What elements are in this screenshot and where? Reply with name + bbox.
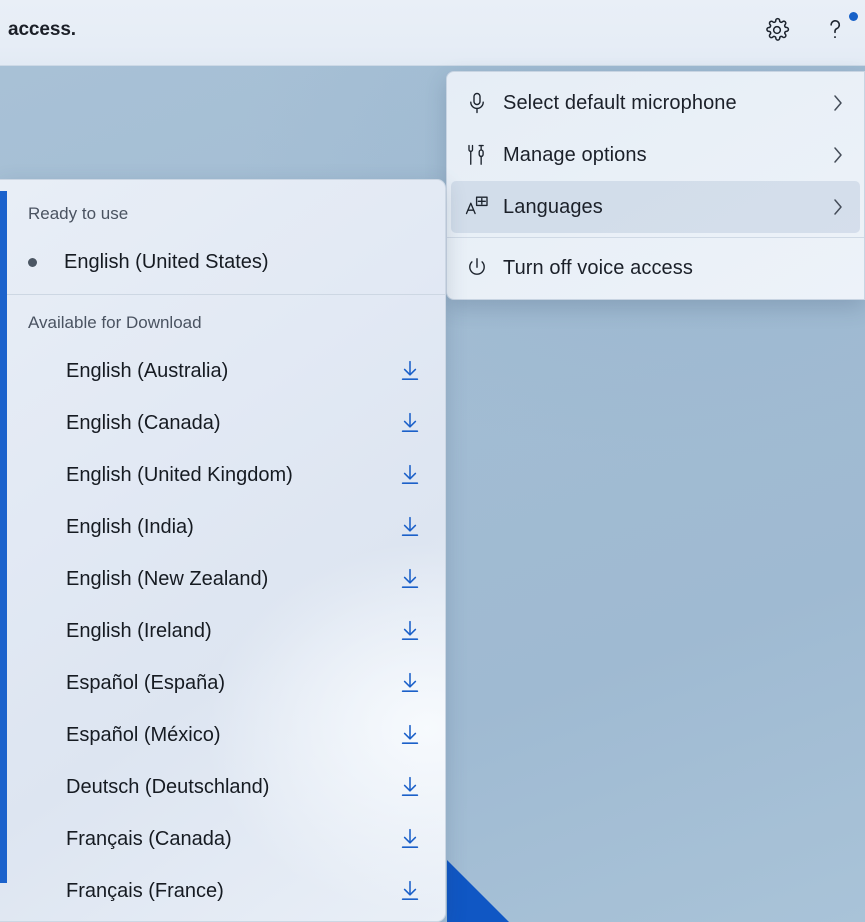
voice-access-titlebar: access. bbox=[0, 0, 865, 66]
list-item[interactable]: English (Ireland) bbox=[0, 605, 445, 657]
gear-icon bbox=[764, 17, 790, 48]
section-header-available-for-download: Available for Download bbox=[28, 313, 202, 332]
list-item[interactable]: English (New Zealand) bbox=[0, 553, 445, 605]
language-name: Deutsch (Deutschland) bbox=[66, 775, 270, 798]
microphone-icon bbox=[451, 91, 503, 115]
language-name: Français (France) bbox=[66, 879, 224, 902]
power-icon bbox=[451, 256, 503, 280]
screen-root: access. Select default microphone Manage… bbox=[0, 0, 865, 922]
list-item[interactable]: English (United Kingdom) bbox=[0, 449, 445, 501]
download-icon[interactable] bbox=[375, 723, 445, 747]
menu-item-label: Manage options bbox=[503, 143, 647, 166]
download-icon[interactable] bbox=[375, 463, 445, 487]
menu-item-label: Languages bbox=[503, 195, 603, 218]
download-icon[interactable] bbox=[375, 411, 445, 435]
download-icon[interactable] bbox=[375, 671, 445, 695]
menu-item-turn-off-voice-access[interactable]: Turn off voice access bbox=[451, 242, 860, 294]
list-item[interactable]: Français (Canada) bbox=[0, 813, 445, 865]
menu-item-select-default-microphone[interactable]: Select default microphone bbox=[451, 77, 860, 129]
selected-radio-icon bbox=[28, 257, 64, 267]
language-name: English (United Kingdom) bbox=[66, 463, 293, 486]
download-icon[interactable] bbox=[375, 515, 445, 539]
list-item[interactable]: Français (France) bbox=[0, 865, 445, 917]
languages-flyout-panel: Ready to use English (United States) Ava… bbox=[0, 179, 446, 922]
chevron-right-icon bbox=[816, 92, 860, 114]
menu-divider bbox=[447, 237, 864, 238]
list-item[interactable]: English (Canada) bbox=[0, 397, 445, 449]
download-icon[interactable] bbox=[375, 879, 445, 903]
language-name: English (United States) bbox=[64, 250, 269, 273]
language-name: Español (México) bbox=[66, 723, 221, 746]
list-item[interactable]: Español (España) bbox=[0, 657, 445, 709]
list-item[interactable]: English (India) bbox=[0, 501, 445, 553]
menu-item-languages[interactable]: Languages bbox=[451, 181, 860, 233]
help-notification-badge bbox=[849, 12, 858, 21]
menu-item-label: Select default microphone bbox=[503, 91, 737, 114]
language-name: Français (Canada) bbox=[66, 827, 232, 850]
language-name: English (New Zealand) bbox=[66, 567, 269, 590]
menu-item-label: Turn off voice access bbox=[503, 256, 693, 279]
language-name: English (Canada) bbox=[66, 411, 221, 434]
download-icon[interactable] bbox=[375, 619, 445, 643]
settings-button[interactable] bbox=[755, 10, 799, 54]
list-item[interactable]: Español (México) bbox=[0, 709, 445, 761]
list-item[interactable]: Deutsch (Deutschland) bbox=[0, 761, 445, 813]
language-name: English (Australia) bbox=[66, 359, 229, 382]
wallpaper-triangle-shape bbox=[447, 860, 509, 922]
section-header-ready-to-use: Ready to use bbox=[28, 204, 129, 223]
question-mark-icon bbox=[822, 15, 848, 50]
panel-focus-indicator-bar bbox=[0, 191, 7, 883]
list-item[interactable]: English (Australia) bbox=[0, 345, 445, 397]
chevron-right-icon bbox=[816, 196, 860, 218]
tools-icon bbox=[451, 143, 503, 167]
download-icon[interactable] bbox=[375, 567, 445, 591]
translate-icon bbox=[451, 194, 503, 220]
list-item-installed-language[interactable]: English (United States) bbox=[0, 236, 445, 288]
download-icon[interactable] bbox=[375, 827, 445, 851]
menu-item-manage-options[interactable]: Manage options bbox=[451, 129, 860, 181]
chevron-right-icon bbox=[816, 144, 860, 166]
voice-access-settings-menu: Select default microphone Manage options bbox=[446, 71, 865, 300]
language-name: English (Ireland) bbox=[66, 619, 212, 642]
page-title: access. bbox=[8, 19, 76, 40]
panel-section-divider bbox=[0, 294, 445, 295]
language-name: Español (España) bbox=[66, 671, 225, 694]
download-icon[interactable] bbox=[375, 775, 445, 799]
download-icon[interactable] bbox=[375, 359, 445, 383]
language-name: English (India) bbox=[66, 515, 194, 538]
